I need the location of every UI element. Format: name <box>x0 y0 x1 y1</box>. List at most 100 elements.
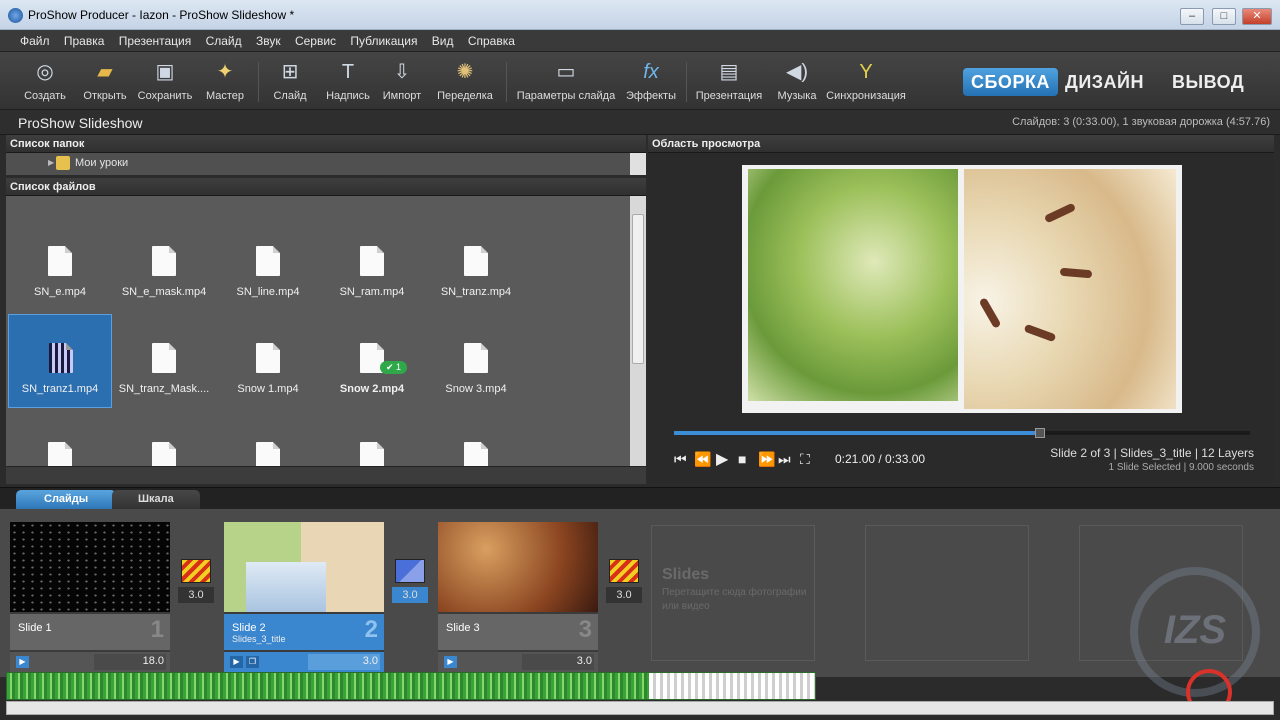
rewind-icon[interactable]: ⏪ <box>694 451 711 468</box>
menu-view[interactable]: Вид <box>428 30 458 52</box>
project-name: ProShow Slideshow <box>18 115 143 131</box>
slide-options-button[interactable]: ▭ Параметры слайда <box>516 58 616 102</box>
preview-image <box>742 165 1182 413</box>
empty-slot-hint: Slides Перетащите сюда фотографии или ви… <box>662 566 814 612</box>
slide-info: Slide 3 3 <box>438 614 598 650</box>
transition[interactable]: 3.0 <box>606 559 642 609</box>
file-item[interactable] <box>216 414 320 466</box>
toolbar: ◎ Создать ▰ Открыть ▣ Сохранить ✦ Мастер ⊞ Сл… <box>0 52 1280 110</box>
file-grid: SN_e.mp4 SN_e_mask.mp4 SN_line.mp4 SN_ra… <box>6 196 646 466</box>
folder-scrollbar[interactable] <box>630 153 646 175</box>
import-button[interactable]: ⇩ Импорт <box>370 58 434 102</box>
menu-publish[interactable]: Публикация <box>346 30 421 52</box>
file-item-selected[interactable]: SN_tranz1.mp4 <box>8 314 112 408</box>
stamen-shape <box>1023 323 1057 343</box>
skip-start-icon[interactable]: ⏮ <box>674 451 687 468</box>
wizard-button[interactable]: ✦ Мастер <box>193 58 257 102</box>
scrollbar-thumb[interactable] <box>632 214 644 364</box>
file-item[interactable]: Snow 3.mp4 <box>424 315 528 409</box>
file-item[interactable] <box>320 414 424 466</box>
music-label: Музыка <box>777 90 817 102</box>
effects-button[interactable]: fx Эффекты <box>619 58 683 102</box>
open-button[interactable]: ▰ Открыть <box>73 58 137 102</box>
file-icon <box>48 246 72 276</box>
file-item[interactable]: SN_tranz_Mask.... <box>112 315 216 409</box>
expand-arrow-icon[interactable]: ▶ <box>48 158 54 167</box>
slide-info: Slide 2 Slides_3_title 2 <box>224 614 384 650</box>
slide-number: 1 <box>150 616 164 643</box>
file-item[interactable] <box>424 414 528 466</box>
file-item[interactable]: Snow 1.mp4 <box>216 315 320 409</box>
slide-card[interactable]: Slide 3 3 ▶ 3.0 <box>438 522 598 672</box>
menu-audio[interactable]: Звук <box>252 30 285 52</box>
play-slide-icon[interactable]: ▶ <box>16 656 29 668</box>
folder-icon <box>56 156 70 170</box>
transition-duration[interactable]: 3.0 <box>606 587 642 603</box>
fast-forward-icon[interactable]: ⏩ <box>758 451 775 468</box>
slide-duration[interactable]: 3.0 <box>577 655 592 667</box>
empty-slide-slot[interactable] <box>865 525 1029 661</box>
sync-button[interactable]: Y Синхронизация <box>826 58 906 102</box>
transition-duration[interactable]: 3.0 <box>392 587 428 603</box>
file-item[interactable] <box>8 414 112 466</box>
create-button[interactable]: ◎ Создать <box>13 58 77 102</box>
file-item[interactable]: SN_line.mp4 <box>216 218 320 312</box>
mode-output-button[interactable]: ВЫВОД <box>1172 68 1244 96</box>
menu-tools[interactable]: Сервис <box>291 30 340 52</box>
folder-row[interactable]: ▶ Мои уроки <box>6 153 646 175</box>
project-info: Слайдов: 3 (0:33.00), 1 звуковая дорожка… <box>1012 116 1270 128</box>
empty-slide-slot[interactable]: Slides Перетащите сюда фотографии или ви… <box>651 525 815 661</box>
tab-timeline[interactable]: Шкала <box>112 490 200 509</box>
fullscreen-icon[interactable]: ⛶ <box>800 451 810 468</box>
file-item[interactable]: SN_tranz.mp4 <box>424 218 528 312</box>
audio-waveform-track[interactable] <box>6 672 816 700</box>
close-button[interactable]: ✕ <box>1242 8 1272 25</box>
import-label: Импорт <box>382 90 422 102</box>
maximize-button[interactable]: □ <box>1212 8 1236 25</box>
folder-panel-header: Список папок <box>6 135 646 153</box>
minimize-button[interactable]: – <box>1180 8 1204 25</box>
empty-slot-text: Перетащите сюда фотографии или видео <box>662 587 807 612</box>
file-item[interactable]: SN_e_mask.mp4 <box>112 218 216 312</box>
menu-edit[interactable]: Правка <box>60 30 109 52</box>
file-item[interactable]: SN_e.mp4 <box>8 218 112 312</box>
play-slide-icon[interactable]: ▶ <box>444 656 457 668</box>
layers-icon[interactable]: ❐ <box>246 656 259 668</box>
file-icon <box>152 343 176 373</box>
stop-icon[interactable]: ■ <box>738 451 746 467</box>
menu-show[interactable]: Презентация <box>115 30 196 52</box>
slide-button[interactable]: ⊞ Слайд <box>258 58 322 102</box>
slide-duration[interactable]: 18.0 <box>143 655 164 667</box>
slide-duration[interactable]: 3.0 <box>363 655 378 667</box>
file-hscrollbar[interactable] <box>6 466 646 484</box>
file-item[interactable] <box>112 414 216 466</box>
mode-design-button[interactable]: ДИЗАЙН <box>1065 68 1144 96</box>
slide-card[interactable]: Slide 1 1 ▶ 18.0 <box>10 522 170 672</box>
menu-file[interactable]: Файл <box>16 30 54 52</box>
timeline-scrollbar[interactable] <box>6 701 1274 715</box>
transition[interactable]: 3.0 <box>178 559 214 609</box>
seek-bar[interactable] <box>674 428 1250 438</box>
show-options-button[interactable]: ▤ Презентация <box>692 58 766 102</box>
transition[interactable]: 3.0 <box>392 559 428 609</box>
music-button[interactable]: ◀) Музыка <box>765 58 829 102</box>
play-icon[interactable]: ▶ <box>716 449 728 469</box>
mode-build-button[interactable]: СБОРКА <box>963 68 1058 96</box>
file-panel: Список файлов SN_e.mp4 SN_e_mask.mp4 SN_… <box>6 178 646 484</box>
slide-card-selected[interactable]: Slide 2 Slides_3_title 2 ▶ ❐ 3.0 <box>224 522 384 672</box>
file-scrollbar[interactable] <box>630 196 646 466</box>
skip-end-icon[interactable]: ⏭ <box>778 451 791 468</box>
tab-slides[interactable]: Слайды <box>16 490 117 509</box>
remake-button[interactable]: ✺ Переделка <box>433 58 497 102</box>
seek-handle[interactable] <box>1035 428 1046 438</box>
play-slide-icon[interactable]: ▶ <box>230 656 243 668</box>
menu-help[interactable]: Справка <box>464 30 519 52</box>
save-button[interactable]: ▣ Сохранить <box>133 58 197 102</box>
file-item[interactable]: SN_ram.mp4 <box>320 218 424 312</box>
file-name: SN_e_mask.mp4 <box>121 286 207 298</box>
transition-duration[interactable]: 3.0 <box>178 587 214 603</box>
effects-label: Эффекты <box>625 90 676 102</box>
file-name: SN_tranz1.mp4 <box>21 383 99 395</box>
file-item[interactable]: ✔ 1 Snow 2.mp4 <box>320 315 424 409</box>
menu-slide[interactable]: Слайд <box>202 30 246 52</box>
